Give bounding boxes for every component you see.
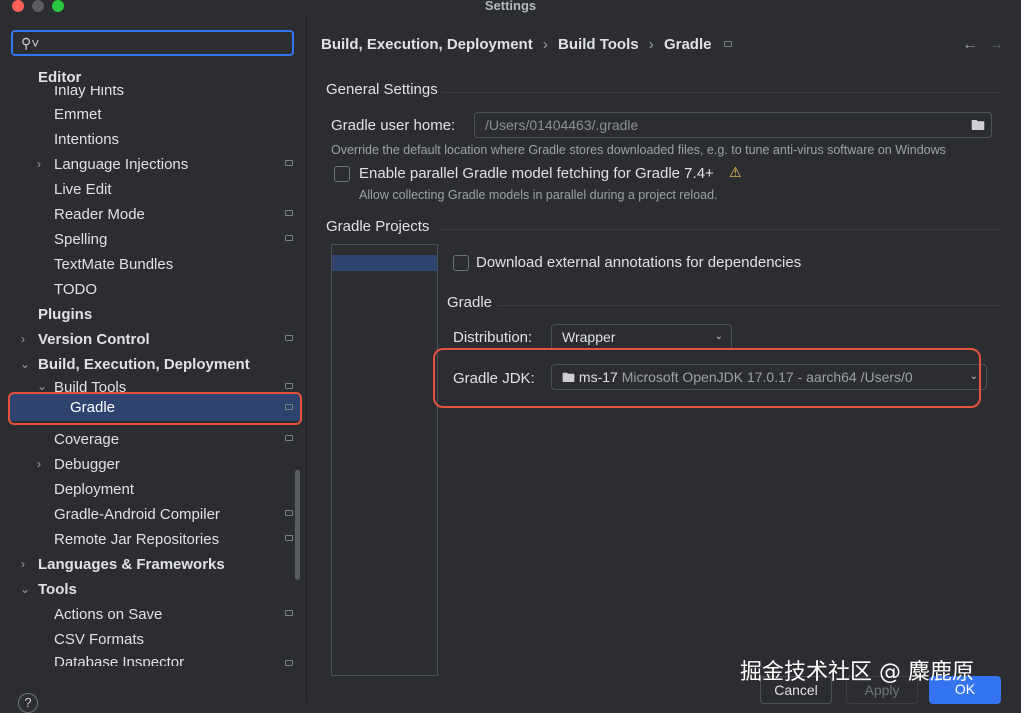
- tree-item-csv-formats[interactable]: CSV Formats: [54, 627, 306, 652]
- breadcrumb-item: Gradle: [663, 36, 712, 53]
- tree-item-intentions[interactable]: Intentions: [54, 127, 306, 152]
- distribution-value: Wrapper: [562, 329, 616, 345]
- project-level-icon: [285, 160, 293, 166]
- tree-item-language-injections: Language Injections: [54, 156, 189, 173]
- gradle-home-field[interactable]: /Users/01404463/.gradle 🖿: [474, 112, 992, 138]
- window-title: Settings: [484, 0, 537, 13]
- distribution-dropdown[interactable]: Wrapper ⌄: [551, 324, 732, 350]
- gradle-section-heading: Gradle: [447, 294, 493, 311]
- tree-row-version-control[interactable]: › Version Control: [0, 327, 306, 352]
- tree-item-coverage: Coverage: [54, 431, 120, 448]
- project-level-icon: [285, 510, 293, 516]
- settings-main-panel: Build, Execution, Deployment › Build Too…: [307, 14, 1021, 702]
- parallel-fetch-hint: Allow collecting Gradle models in parall…: [359, 188, 718, 202]
- download-annotations-label[interactable]: Download external annotations for depend…: [476, 254, 801, 271]
- tree-item-deployment[interactable]: Deployment: [54, 477, 306, 502]
- tree-item-version-control: Version Control: [38, 331, 150, 348]
- tree-row-debugger[interactable]: › Debugger: [0, 452, 306, 477]
- gradle-projects-list[interactable]: [331, 244, 438, 676]
- tree-row-spelling[interactable]: Spelling: [0, 227, 306, 252]
- tree-row-database-inspector[interactable]: Database Inspector: [0, 652, 306, 666]
- search-icon: ⚲˅: [21, 35, 40, 51]
- chevron-right-icon[interactable]: ›: [37, 157, 41, 171]
- project-level-icon: [724, 41, 732, 47]
- project-list-item[interactable]: [332, 255, 437, 271]
- section-divider: [437, 229, 1002, 230]
- distribution-label: Distribution:: [453, 329, 533, 346]
- tree-item-debugger: Debugger: [54, 456, 120, 473]
- tree-row-gradle-android[interactable]: Gradle-Android Compiler: [0, 502, 306, 527]
- tree-item-textmate-bundles[interactable]: TextMate Bundles: [54, 252, 306, 277]
- warning-icon: ⚠: [729, 164, 742, 180]
- tree-row-reader-mode[interactable]: Reader Mode: [0, 202, 306, 227]
- chevron-down-icon[interactable]: ⌄: [20, 357, 30, 371]
- tree-item-languages-frameworks: Languages & Frameworks: [38, 556, 225, 573]
- chevron-right-icon[interactable]: ›: [21, 557, 25, 571]
- breadcrumb: Build, Execution, Deployment › Build Too…: [321, 36, 717, 53]
- highlight-box-gradle: [8, 392, 302, 425]
- project-level-icon: [285, 610, 293, 616]
- sidebar-scrollbar[interactable]: [295, 470, 300, 580]
- project-level-icon: [285, 660, 293, 666]
- project-level-icon: [285, 435, 293, 441]
- tree-row-remote-jar[interactable]: Remote Jar Repositories: [0, 527, 306, 552]
- help-button[interactable]: ?: [18, 693, 38, 713]
- chevron-right-icon[interactable]: ›: [37, 457, 41, 471]
- tree-item-reader-mode: Reader Mode: [54, 206, 145, 223]
- tree-item-gradle-android-compiler: Gradle-Android Compiler: [54, 506, 220, 523]
- breadcrumb-separator: ›: [648, 36, 654, 53]
- watermark-text: 掘金技术社区 @ 麋鹿原: [740, 660, 974, 685]
- project-level-icon: [285, 235, 293, 241]
- download-annotations-checkbox[interactable]: [453, 255, 469, 271]
- tree-item-todo[interactable]: TODO: [54, 277, 306, 302]
- project-level-icon: [285, 535, 293, 541]
- chevron-right-icon[interactable]: ›: [21, 332, 25, 346]
- section-divider: [442, 92, 1002, 93]
- general-settings-heading: General Settings: [326, 81, 438, 98]
- settings-sidebar: ⚲˅ Editor Inlay Hints Emmet Intentions ›…: [0, 14, 307, 713]
- tree-row-languages[interactable]: › Languages & Frameworks: [0, 552, 306, 577]
- tree-item-remote-jar-repositories: Remote Jar Repositories: [54, 531, 220, 548]
- tree-row-build-execution[interactable]: ⌄ Build, Execution, Deployment: [0, 352, 306, 377]
- section-divider: [497, 305, 1002, 306]
- parallel-fetch-checkbox[interactable]: [334, 166, 350, 182]
- tree-item-plugins[interactable]: Plugins: [38, 302, 306, 327]
- chevron-down-icon[interactable]: ⌄: [37, 379, 47, 393]
- tree-item-build-execution-deployment: Build, Execution, Deployment: [38, 356, 250, 373]
- settings-tree-lower: Coverage › Debugger Deployment Gradle-An…: [0, 427, 306, 674]
- forward-arrow-icon[interactable]: →: [988, 36, 1004, 54]
- gradle-home-value: /Users/01404463/.gradle: [485, 117, 639, 133]
- search-input[interactable]: ⚲˅: [11, 30, 294, 56]
- chevron-down-icon: ⌄: [714, 331, 723, 342]
- tree-item-spelling: Spelling: [54, 231, 108, 248]
- tree-item-tools: Tools: [38, 581, 77, 598]
- breadcrumb-separator: ›: [542, 36, 548, 53]
- project-level-icon: [285, 210, 293, 216]
- back-arrow-icon[interactable]: ←: [962, 36, 978, 54]
- breadcrumb-item[interactable]: Build, Execution, Deployment: [321, 36, 533, 53]
- tree-item-emmet[interactable]: Emmet: [54, 102, 306, 127]
- highlight-box-gradle-jdk: [433, 348, 981, 408]
- tree-item-database-inspector: Database Inspector: [54, 654, 185, 666]
- tree-item-live-edit[interactable]: Live Edit: [54, 177, 306, 202]
- tree-row-language-injections[interactable]: › Language Injections: [0, 152, 306, 177]
- gradle-home-label: Gradle user home:: [331, 117, 456, 134]
- folder-icon[interactable]: 🖿: [971, 113, 985, 137]
- tree-row-tools[interactable]: ⌄ Tools: [0, 577, 306, 602]
- parallel-fetch-label[interactable]: Enable parallel Gradle model fetching fo…: [359, 165, 714, 182]
- tree-item-actions-on-save: Actions on Save: [54, 606, 163, 623]
- chevron-down-icon[interactable]: ⌄: [20, 582, 30, 596]
- tree-row-actions-on-save[interactable]: Actions on Save: [0, 602, 306, 627]
- project-level-icon: [285, 383, 293, 389]
- tree-row-coverage[interactable]: Coverage: [0, 427, 306, 452]
- project-level-icon: [285, 335, 293, 341]
- gradle-projects-heading: Gradle Projects: [326, 218, 430, 235]
- breadcrumb-item[interactable]: Build Tools: [558, 36, 639, 53]
- title-bar: Settings: [0, 0, 1021, 14]
- gradle-home-hint: Override the default location where Grad…: [331, 143, 946, 157]
